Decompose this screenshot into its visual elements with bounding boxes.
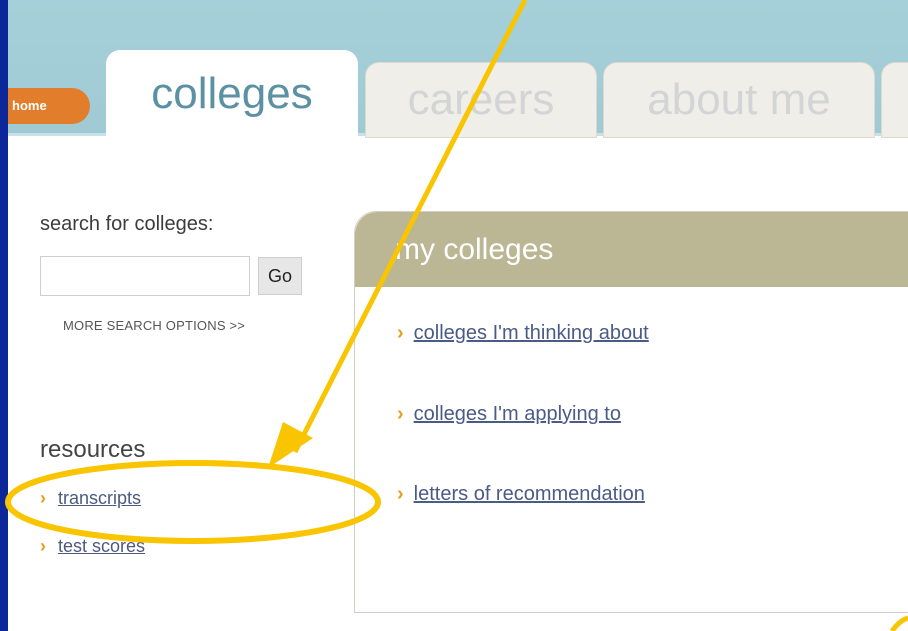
resource-link-label[interactable]: test scores: [58, 536, 145, 556]
resources-heading: resources: [40, 436, 146, 463]
college-search-input[interactable]: [40, 256, 250, 296]
resource-link-label[interactable]: transcripts: [58, 488, 141, 508]
my-colleges-link-label[interactable]: colleges I'm applying to: [414, 403, 621, 425]
chevron-right-icon: ›: [397, 483, 404, 505]
chevron-right-icon: ›: [40, 488, 46, 508]
chevron-right-icon: ›: [40, 536, 46, 556]
more-search-options-link[interactable]: MORE SEARCH OPTIONS >>: [63, 318, 245, 333]
my-colleges-item-applying[interactable]: › colleges I'm applying to: [397, 403, 621, 426]
tab-careers[interactable]: careers: [365, 62, 597, 138]
home-tab[interactable]: home: [8, 88, 90, 124]
tab-colleges[interactable]: colleges: [106, 50, 358, 140]
chevron-right-icon: ›: [397, 403, 404, 425]
go-button[interactable]: Go: [258, 257, 302, 295]
my-colleges-item-thinking[interactable]: › colleges I'm thinking about: [397, 322, 649, 345]
my-colleges-item-recommendations[interactable]: › letters of recommendation: [397, 483, 645, 506]
my-colleges-link-label[interactable]: letters of recommendation: [414, 483, 645, 505]
resource-item-transcripts[interactable]: › transcripts: [40, 488, 141, 509]
chevron-right-icon: ›: [397, 322, 404, 344]
my-colleges-link-label[interactable]: colleges I'm thinking about: [414, 322, 649, 344]
search-label: search for colleges:: [40, 213, 214, 235]
resource-item-test-scores[interactable]: › test scores: [40, 536, 145, 557]
panel-title: my colleges: [355, 212, 908, 287]
app-frame: home colleges careers about me search fo…: [8, 0, 908, 631]
tab-overflow[interactable]: [881, 62, 908, 138]
tab-about-me[interactable]: about me: [603, 62, 875, 138]
my-colleges-panel: my colleges › colleges I'm thinking about…: [354, 211, 908, 613]
